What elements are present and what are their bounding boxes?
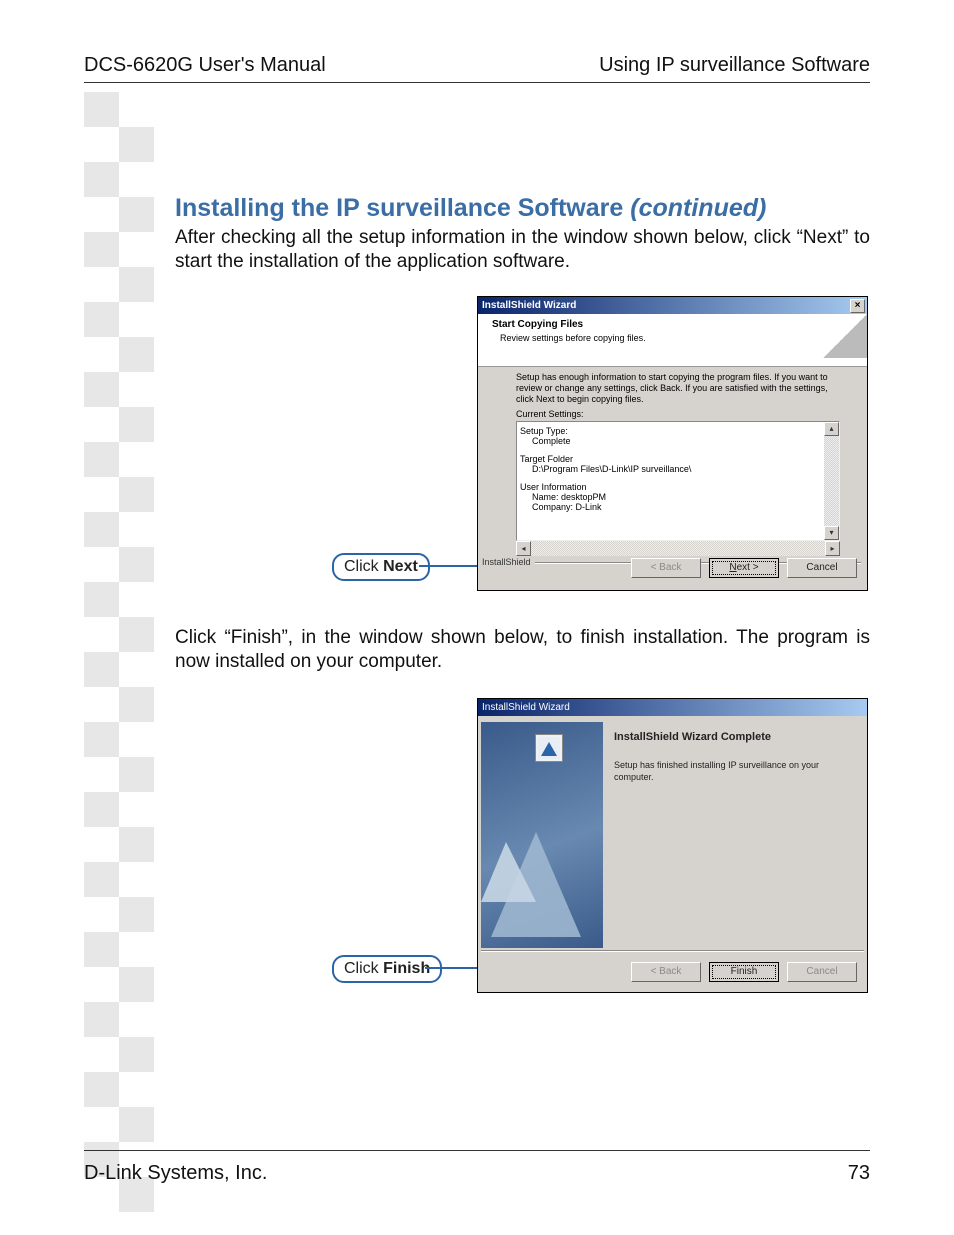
decor-square	[84, 162, 119, 197]
page-number: 73	[848, 1162, 870, 1185]
cancel-button[interactable]: Cancel	[787, 558, 857, 578]
decor-square	[84, 582, 119, 617]
user-info-name: Name: desktopPM	[520, 492, 836, 502]
setup-type-value: Complete	[520, 436, 836, 446]
setup-type-label: Setup Type:	[520, 426, 836, 436]
decor-square	[119, 407, 154, 442]
window-title: InstallShield Wizard	[482, 702, 570, 713]
separator	[481, 951, 864, 952]
callout-click-next: Click Next	[332, 553, 430, 581]
scroll-up-icon[interactable]: ▴	[824, 422, 839, 436]
decor-square	[84, 372, 119, 407]
footer-left: D-Link Systems, Inc.	[84, 1162, 267, 1185]
wizard-button-row: < Back Finish Cancel	[631, 962, 857, 982]
decor-square	[119, 617, 154, 652]
decor-square	[84, 932, 119, 967]
user-info-label: User Information	[520, 482, 836, 492]
installshield-wizard-complete: InstallShield Wizard InstallShield Wizar…	[477, 698, 868, 993]
decor-square	[119, 1107, 154, 1142]
decor-square	[84, 792, 119, 827]
manual-page: DCS-6620G User's Manual Using IP surveil…	[0, 0, 954, 1235]
decor-square	[119, 757, 154, 792]
wizard-step-subtitle: Review settings before copying files.	[500, 333, 646, 343]
header-left: DCS-6620G User's Manual	[84, 54, 326, 77]
section-heading-continued: (continued)	[630, 194, 766, 222]
decor-square	[119, 827, 154, 862]
window-title: InstallShield Wizard	[482, 300, 576, 311]
footer-rule	[84, 1150, 870, 1151]
wizard-header: Start Copying Files Review settings befo…	[478, 314, 867, 367]
decor-square	[119, 477, 154, 512]
header-right: Using IP surveillance Software	[599, 54, 870, 77]
decor-square	[84, 92, 119, 127]
target-folder-value: D:\Program Files\D-Link\IP surveillance\	[520, 464, 836, 474]
user-info-company: Company: D-Link	[520, 502, 836, 512]
decor-square	[84, 1072, 119, 1107]
installshield-wizard-step: InstallShield Wizard × Start Copying Fil…	[477, 296, 868, 591]
scroll-left-icon[interactable]: ◂	[516, 541, 531, 556]
finish-button[interactable]: Finish	[709, 962, 779, 982]
decor-square	[119, 127, 154, 162]
decor-square	[119, 337, 154, 372]
wizard-instructions: Setup has enough information to start co…	[516, 372, 843, 405]
decor-square	[84, 722, 119, 757]
decor-square	[119, 197, 154, 232]
group-label: InstallShield	[482, 557, 535, 567]
wizard-button-row: < Back Next > Cancel	[631, 558, 857, 578]
wizard-side-graphic	[481, 722, 603, 948]
page-curl-icon	[823, 314, 867, 358]
decor-square	[84, 442, 119, 477]
cancel-button: Cancel	[787, 962, 857, 982]
decor-square	[119, 267, 154, 302]
header-rule	[84, 82, 870, 83]
scroll-right-icon[interactable]: ▸	[825, 541, 840, 556]
intro-paragraph-2: Click “Finish”, in the window shown belo…	[175, 626, 870, 674]
decor-square	[84, 1002, 119, 1037]
scroll-down-icon[interactable]: ▾	[824, 526, 839, 540]
decor-square	[84, 512, 119, 547]
window-titlebar: InstallShield Wizard ×	[478, 297, 867, 314]
decor-square	[119, 897, 154, 932]
decor-square	[119, 547, 154, 582]
vertical-scrollbar[interactable]: ▴ ▾	[824, 422, 839, 540]
back-button[interactable]: < Back	[631, 558, 701, 578]
decor-square	[119, 687, 154, 722]
wizard-complete-heading: InstallShield Wizard Complete	[614, 731, 771, 743]
decor-square	[84, 652, 119, 687]
wizard-step-title: Start Copying Files	[492, 319, 583, 330]
callout-bold: Next	[383, 558, 418, 575]
callout-text: Click	[344, 960, 383, 977]
callout-text: Click	[344, 558, 383, 575]
decor-square	[119, 967, 154, 1002]
decor-square	[84, 862, 119, 897]
section-heading: Installing the IP surveillance Software …	[175, 194, 766, 223]
window-titlebar: InstallShield Wizard	[478, 699, 867, 716]
next-button[interactable]: Next >	[709, 558, 779, 578]
decor-square	[84, 232, 119, 267]
horizontal-scrollbar[interactable]: ◂ ▸	[516, 541, 840, 556]
decorative-squares	[84, 92, 154, 1212]
decor-square	[119, 1037, 154, 1072]
target-folder-label: Target Folder	[520, 454, 836, 464]
current-settings-textbox[interactable]: Setup Type: Complete Target Folder D:\Pr…	[516, 421, 840, 541]
callout-click-finish: Click Finish	[332, 955, 442, 983]
close-icon[interactable]: ×	[850, 299, 865, 313]
back-button: < Back	[631, 962, 701, 982]
next-button-rest: ext >	[737, 562, 759, 573]
intro-paragraph-1: After checking all the setup information…	[175, 226, 870, 274]
wizard-complete-text: Setup has finished installing IP surveil…	[614, 759, 855, 783]
installer-logo-icon	[535, 734, 563, 762]
callout-bold: Finish	[383, 960, 430, 977]
decor-square	[84, 302, 119, 337]
section-heading-main: Installing the IP surveillance Software	[175, 194, 630, 222]
current-settings-label: Current Settings:	[516, 409, 584, 419]
